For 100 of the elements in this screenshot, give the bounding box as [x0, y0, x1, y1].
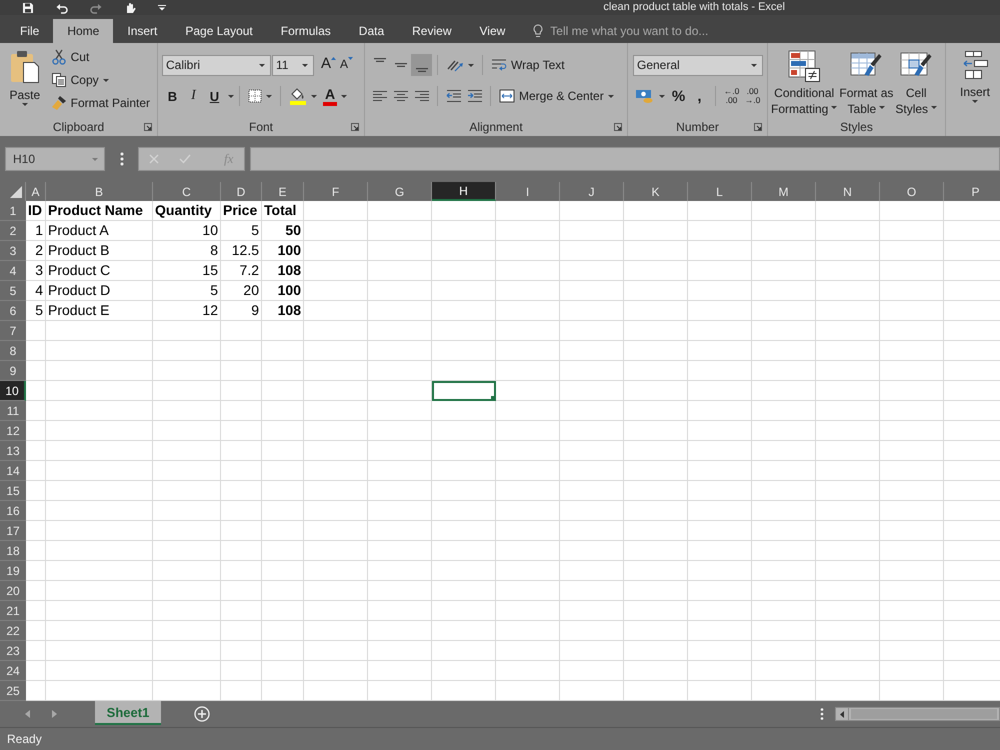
row-header[interactable]: 19: [0, 561, 26, 581]
caret-icon: [228, 94, 234, 98]
align-center-icon: [392, 90, 408, 102]
insert-button[interactable]: Insert: [958, 46, 992, 118]
merge-center-button[interactable]: Merge & Center: [496, 85, 617, 107]
font-name-field[interactable]: Calibri: [162, 54, 271, 76]
vertical-dots-icon[interactable]: [820, 708, 824, 720]
group-label: Styles: [840, 120, 873, 134]
row-header[interactable]: 7: [0, 321, 26, 341]
redo-icon[interactable]: [90, 2, 102, 14]
format-painter-button[interactable]: Format Painter: [48, 92, 153, 114]
row-header[interactable]: 10: [0, 381, 26, 401]
align-lines-icon: [394, 63, 406, 67]
font-size-field[interactable]: 11: [272, 54, 314, 76]
bold-button[interactable]: B: [162, 85, 183, 107]
paste-button[interactable]: Paste: [4, 46, 46, 118]
copy-button[interactable]: Copy: [48, 69, 153, 91]
row-header[interactable]: 6: [0, 301, 26, 321]
ribbon-tab[interactable]: Page Layout: [171, 19, 267, 43]
vertical-dots-icon[interactable]: [120, 152, 124, 166]
horizontal-scrollbar[interactable]: [835, 707, 1000, 721]
row-header[interactable]: 25: [0, 681, 26, 701]
table-cell-text: 50: [284, 221, 302, 240]
customize-caret-icon[interactable]: [158, 4, 166, 10]
table-cell-text: 2: [34, 241, 44, 260]
dialog-launcher-icon[interactable]: [754, 123, 762, 131]
table-cell-text: Product A: [47, 221, 110, 240]
caret-icon: [92, 158, 98, 160]
ribbon-tab[interactable]: Home: [53, 19, 114, 43]
row-header[interactable]: 22: [0, 621, 26, 641]
format-as-table-button[interactable]: Format as Table: [838, 46, 894, 118]
caret-icon: [302, 64, 308, 66]
row-header[interactable]: 15: [0, 481, 26, 501]
decrease-font-size-button[interactable]: A: [338, 54, 356, 76]
dialog-launcher-icon[interactable]: [351, 123, 359, 131]
comma-button[interactable]: ,: [689, 85, 710, 107]
row-header[interactable]: 21: [0, 601, 26, 621]
align-right-icon: [414, 90, 430, 102]
caret-icon: [608, 94, 614, 98]
ribbon-tab[interactable]: File: [6, 19, 54, 43]
table-cell-text: 9: [250, 301, 260, 320]
cell-styles-button[interactable]: Cell Styles: [894, 46, 938, 118]
underline-button[interactable]: U: [204, 85, 225, 107]
increase-font-size-button[interactable]: A: [319, 54, 338, 76]
table-cell-text: 5: [34, 301, 44, 320]
table-cell-text: Total: [263, 201, 298, 220]
decimal-button[interactable]: .00 →.0: [742, 85, 763, 107]
table-cell-text: Product E: [47, 301, 110, 320]
italic-button[interactable]: I: [183, 85, 204, 107]
row-header[interactable]: 11: [0, 401, 26, 421]
check-icon[interactable]: [179, 154, 191, 164]
ribbon-tab[interactable]: Data: [344, 19, 398, 43]
row-header[interactable]: 3: [0, 241, 26, 261]
decimal-button[interactable]: ←.0 .00: [721, 85, 742, 107]
scroll-left-arrow-icon[interactable]: [840, 710, 844, 718]
ribbon-tab[interactable]: View: [466, 19, 520, 43]
selected-cell[interactable]: [432, 381, 496, 401]
row-header[interactable]: 8: [0, 341, 26, 361]
dialog-launcher-icon[interactable]: [614, 123, 622, 131]
row-header[interactable]: 14: [0, 461, 26, 481]
highlighted-grid-icon: [788, 50, 820, 82]
ribbon-tab[interactable]: Insert: [113, 19, 172, 43]
save-icon[interactable]: [22, 2, 34, 14]
group-label: Font: [248, 120, 273, 134]
row-header[interactable]: 4: [0, 261, 26, 281]
row-header[interactable]: 13: [0, 441, 26, 461]
name-box[interactable]: H10: [5, 147, 105, 171]
row-header[interactable]: 17: [0, 521, 26, 541]
font-color-button[interactable]: A: [320, 85, 350, 107]
formula-input[interactable]: [250, 147, 1000, 171]
ribbon-tab[interactable]: Formulas: [266, 19, 345, 43]
row-header[interactable]: 1: [0, 201, 26, 221]
cut-button[interactable]: Cut: [48, 46, 153, 68]
vertical-align-button[interactable]: [411, 54, 432, 76]
ribbon-tab[interactable]: Review: [398, 19, 466, 43]
row-header[interactable]: 2: [0, 221, 26, 241]
hand-icon[interactable]: [124, 2, 136, 14]
undo-icon[interactable]: [56, 2, 68, 14]
wrap-text-button[interactable]: Wrap Text: [488, 54, 568, 76]
percent-button[interactable]: %: [668, 85, 689, 107]
table-cell-text: Price: [222, 201, 258, 220]
row-header[interactable]: 20: [0, 581, 26, 601]
number-format-field[interactable]: General: [633, 54, 763, 76]
row-header[interactable]: 23: [0, 641, 26, 661]
row-header[interactable]: 9: [0, 361, 26, 381]
row-header[interactable]: 12: [0, 421, 26, 441]
row-header[interactable]: 24: [0, 661, 26, 681]
select-all-icon[interactable]: [10, 186, 22, 198]
column-header[interactable]: H: [432, 182, 496, 201]
table-cell-text: 4: [34, 281, 44, 300]
row-header[interactable]: 5: [0, 281, 26, 301]
caret-icon: [259, 64, 265, 66]
add-sheet-icon[interactable]: [194, 706, 210, 722]
row-header[interactable]: 18: [0, 541, 26, 561]
align-lines-icon: [374, 58, 386, 62]
conditional-formatting-button[interactable]: Conditional Formatting: [770, 46, 838, 118]
row-header[interactable]: 16: [0, 501, 26, 521]
tell-me-field[interactable]: Tell me what you want to do...: [550, 24, 750, 38]
sheet-tab[interactable]: Sheet1: [95, 701, 161, 725]
dialog-launcher-icon[interactable]: [144, 123, 152, 131]
